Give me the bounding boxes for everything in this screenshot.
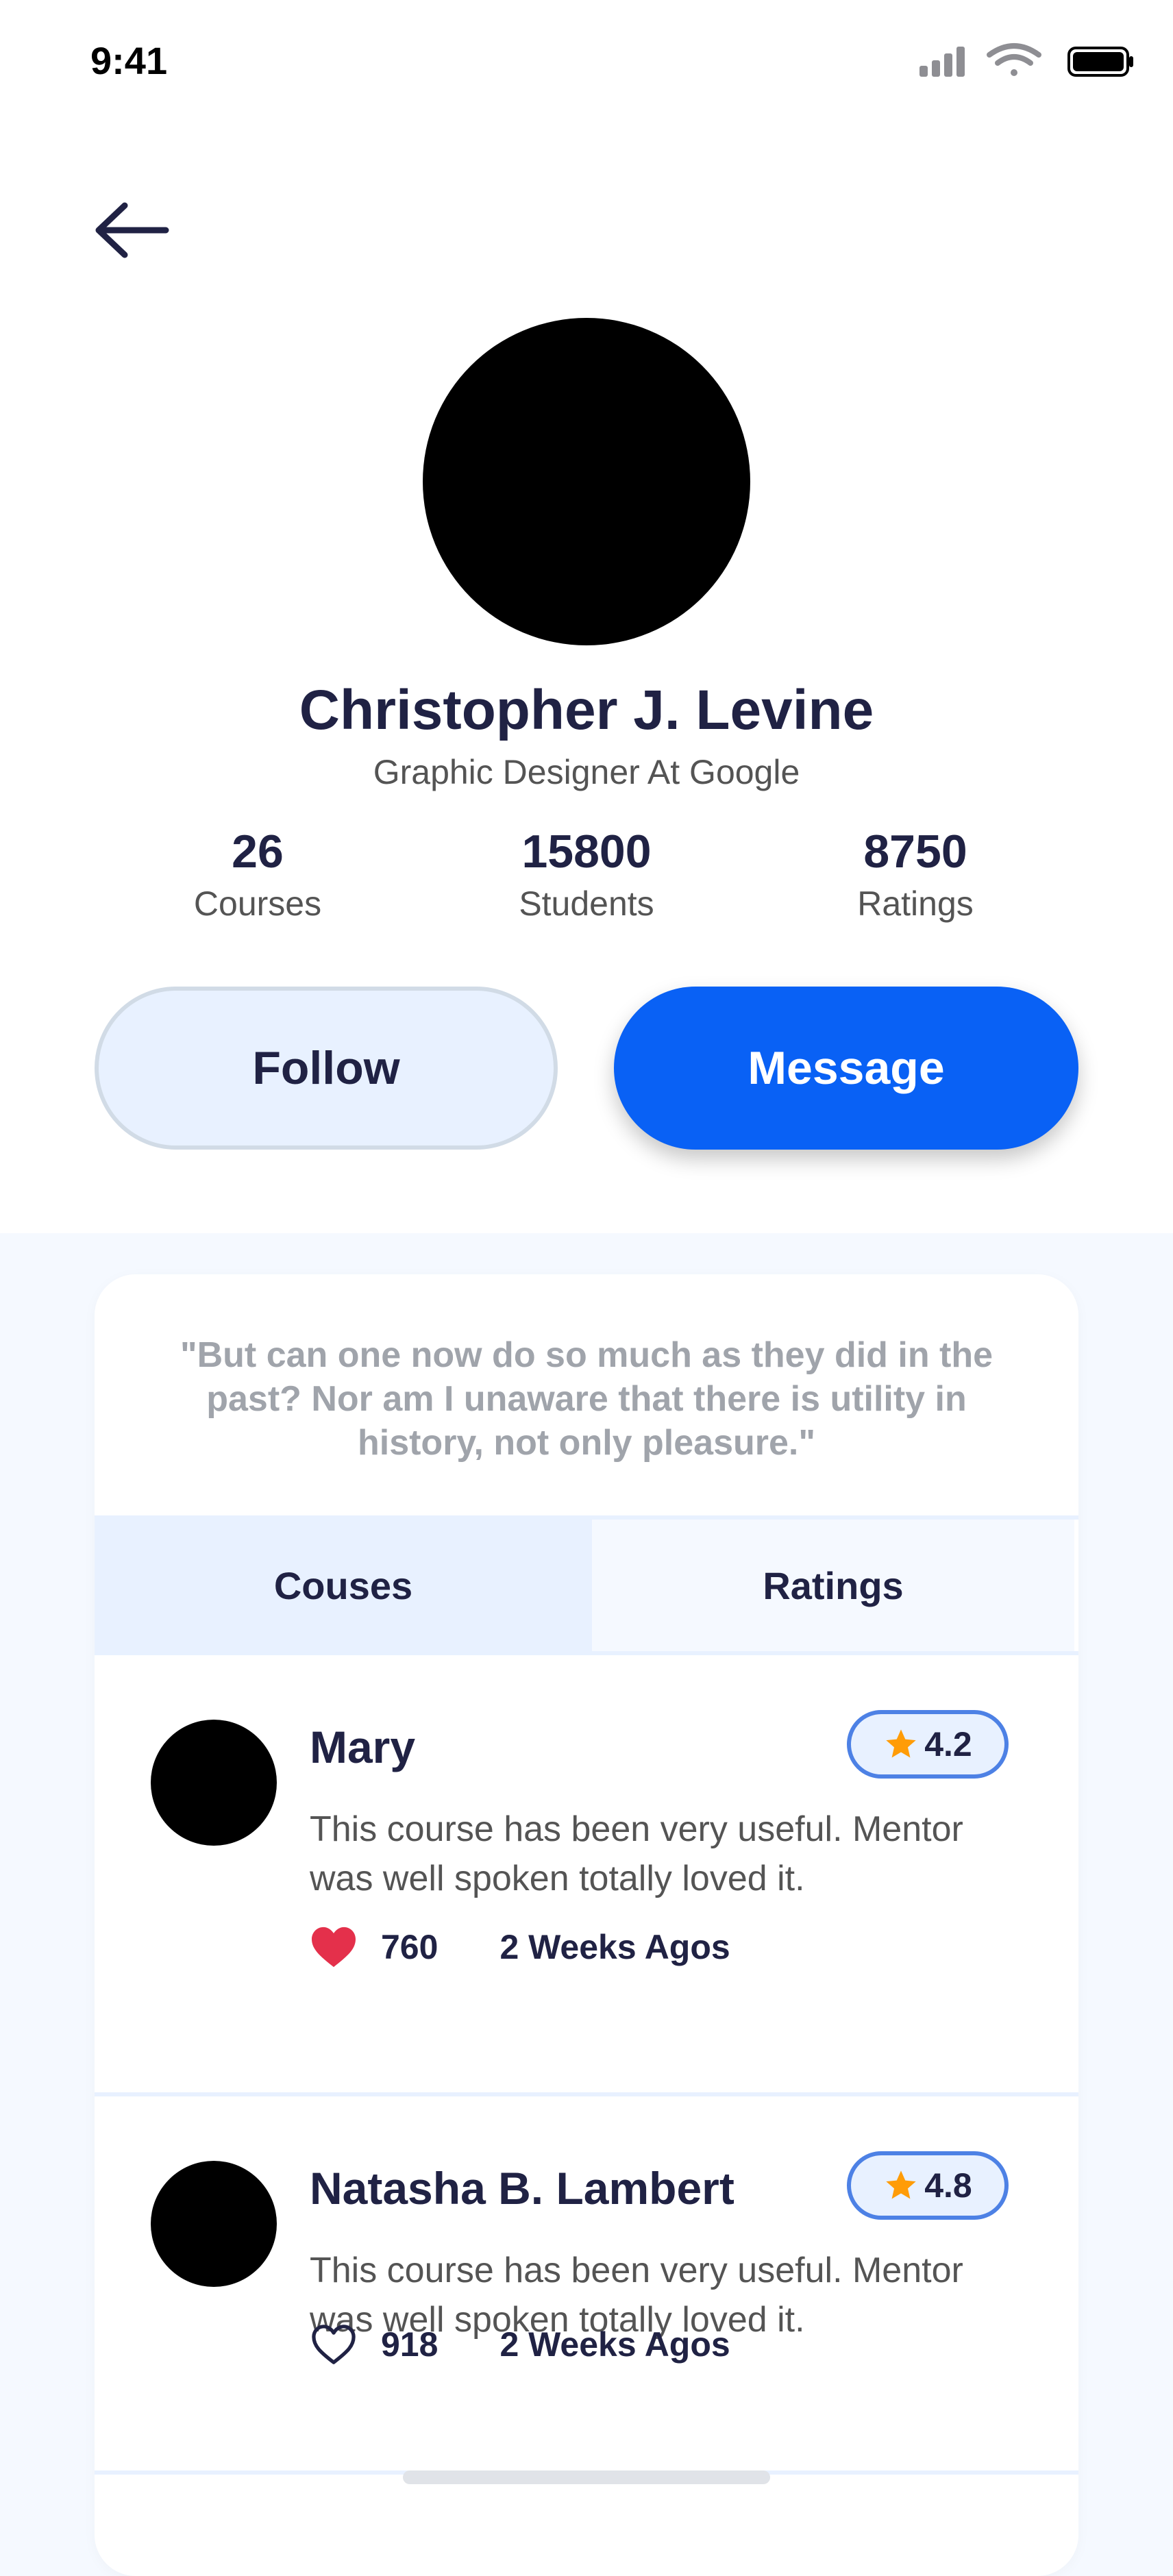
review-item: Natasha B. Lambert 4.8 This course has b… bbox=[95, 2096, 1078, 2423]
stat-courses: 26 Courses bbox=[134, 825, 381, 924]
rating-value: 4.8 bbox=[924, 2166, 972, 2205]
reviewer-avatar bbox=[151, 2161, 277, 2287]
back-arrow-icon[interactable] bbox=[89, 196, 171, 264]
stat-label: Students bbox=[519, 884, 654, 923]
review-time: 2 Weeks Agos bbox=[499, 2325, 730, 2364]
home-indicator[interactable] bbox=[403, 2470, 770, 2484]
wifi-icon bbox=[987, 43, 1041, 76]
reviewer-name: Natasha B. Lambert bbox=[310, 2163, 734, 2214]
stat-label: Courses bbox=[193, 884, 322, 923]
review-time: 2 Weeks Agos bbox=[499, 1928, 730, 1966]
stat-ratings: 8750 Ratings bbox=[792, 825, 1039, 924]
profile-avatar bbox=[423, 318, 750, 645]
profile-title: Graphic Designer At Google bbox=[373, 753, 800, 791]
profile-name: Christopher J. Levine bbox=[299, 679, 874, 741]
reviewer-name: Mary bbox=[310, 1722, 416, 1772]
profile-card: "But can one now do so much as they did … bbox=[95, 1274, 1078, 2576]
battery-icon bbox=[1067, 47, 1133, 77]
rating-value: 4.2 bbox=[924, 1725, 972, 1763]
profile-quote: "But can one now do so much as they did … bbox=[180, 1335, 993, 1463]
stat-students: 15800 Students bbox=[463, 825, 710, 924]
profile-header: 9:41 Christopher J. Levine Graphic Desig… bbox=[0, 0, 1173, 1233]
rating-badge: 4.8 bbox=[847, 2151, 1009, 2220]
tab-courses[interactable]: Couses bbox=[95, 1520, 592, 1651]
message-button[interactable]: Message bbox=[614, 987, 1078, 1150]
star-icon bbox=[886, 2170, 916, 2199]
review-item: Mary 4.2 This course has been very usefu… bbox=[95, 1655, 1078, 1992]
review-meta: 760 2 Weeks Agos bbox=[310, 1925, 730, 1969]
rating-badge: 4.2 bbox=[847, 1710, 1009, 1779]
stat-value: 15800 bbox=[521, 826, 652, 878]
review-text: This course has been very useful. Mentor… bbox=[310, 1809, 963, 1898]
signal-icon bbox=[919, 47, 965, 77]
stat-label: Ratings bbox=[857, 884, 974, 923]
tab-ratings[interactable]: Ratings bbox=[592, 1520, 1074, 1651]
like-count: 918 bbox=[381, 2325, 439, 2364]
review-meta: 918 2 Weeks Agos bbox=[310, 2323, 730, 2366]
like-count: 760 bbox=[381, 1928, 439, 1966]
heart-outline-icon[interactable] bbox=[310, 2323, 358, 2366]
status-icons bbox=[919, 43, 1133, 77]
star-icon bbox=[886, 1729, 916, 1758]
follow-button[interactable]: Follow bbox=[95, 987, 558, 1150]
status-time: 9:41 bbox=[90, 39, 168, 82]
heart-icon[interactable] bbox=[310, 1925, 358, 1969]
stat-value: 8750 bbox=[863, 826, 967, 878]
reviewer-avatar bbox=[151, 1720, 277, 1846]
stat-value: 26 bbox=[232, 826, 284, 878]
